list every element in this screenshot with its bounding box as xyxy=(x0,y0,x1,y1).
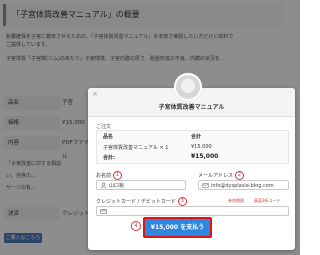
store-logo xyxy=(174,73,202,101)
name-field-label: お名前 1 xyxy=(96,171,123,180)
name-field[interactable]: 山口裕 xyxy=(96,180,186,190)
modal-title: 子宮体質改善マニュアル xyxy=(158,104,225,111)
order-summary-table: 品名 合計 子宮体質改善マニュアル × 1 ¥15,000 合計: ¥15,00… xyxy=(96,130,289,164)
pay-button[interactable]: ¥15,000 を支払う xyxy=(143,217,212,238)
order-item-total: ¥15,000 xyxy=(191,144,212,150)
column-header-total: 合計 xyxy=(191,134,202,140)
card-expiry-note: 有効期限 xyxy=(228,198,244,203)
card-number-field[interactable] xyxy=(96,206,289,216)
order-item-name: 子宮体質改善マニュアル × 1 xyxy=(103,145,169,151)
order-total-value: ¥15,000 xyxy=(191,153,219,160)
card-cvc-note: 裏面3桁コード xyxy=(254,198,281,203)
close-icon[interactable]: × xyxy=(92,90,98,98)
email-label-text: メールアドレス xyxy=(198,173,234,179)
annotation-marker-4: 4 xyxy=(131,221,141,231)
order-total-label: 合計: xyxy=(103,155,115,161)
annotation-marker-3: 3 xyxy=(177,197,187,206)
annotation-marker-2: 2 xyxy=(235,171,245,180)
email-field-value: info@dysplasia-blog.com xyxy=(211,183,274,189)
name-label-text: お名前 xyxy=(96,173,112,179)
email-field-label: メールアドレス 2 xyxy=(198,171,245,180)
card-label-text: クレジットカード / デビットカード xyxy=(96,199,176,205)
card-field-label: クレジットカード / デビットカード 3 xyxy=(96,197,187,206)
annotation-marker-1: 1 xyxy=(113,171,123,180)
name-field-value: 山口裕 xyxy=(109,183,125,189)
order-section-label: ご注文 xyxy=(96,124,112,130)
checkout-modal: × 子宮体質改善マニュアル ご注文 品名 合計 子宮体質改善マニュアル × 1 … xyxy=(88,73,295,250)
person-icon xyxy=(100,182,107,189)
mail-icon xyxy=(202,183,209,188)
credit-card-icon xyxy=(100,209,107,214)
email-field[interactable]: info@dysplasia-blog.com xyxy=(198,180,289,190)
column-header-item: 品名 xyxy=(103,134,114,140)
